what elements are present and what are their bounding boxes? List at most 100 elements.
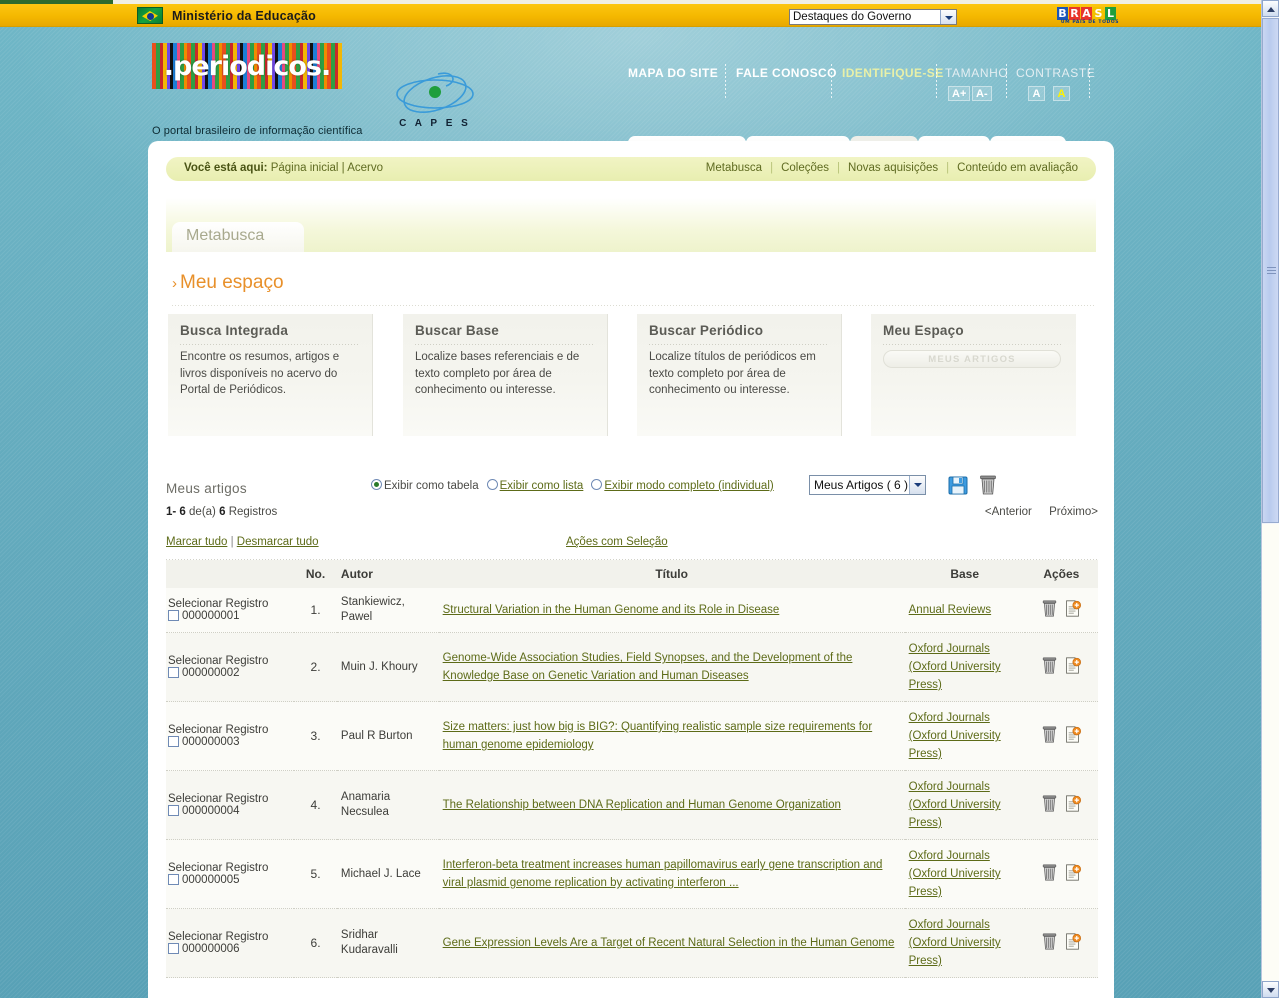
- record-select-cell[interactable]: Selecionar Registro 000000001: [166, 588, 295, 633]
- record-base-cell: Oxford Journals (Oxford University Press…: [904, 770, 1025, 840]
- prev-page-link[interactable]: <Anterior: [985, 506, 1032, 518]
- nav-divider: [725, 64, 726, 98]
- chevron-down-icon[interactable]: [940, 10, 956, 24]
- count-range: 1- 6: [166, 506, 186, 518]
- add-document-icon[interactable]: [1064, 656, 1082, 678]
- save-icon[interactable]: [947, 474, 969, 496]
- card-buscar-base[interactable]: Buscar Base Localize bases referenciais …: [403, 314, 608, 436]
- record-base-link[interactable]: Annual Reviews: [909, 604, 991, 616]
- content-panel: Você está aqui: Página inicial | Acervo …: [148, 141, 1114, 998]
- nav-fale-conosco[interactable]: FALE CONOSCO: [736, 66, 837, 80]
- trash-icon[interactable]: [1041, 863, 1058, 885]
- record-number: 4.: [294, 770, 337, 840]
- trash-icon[interactable]: [1041, 656, 1058, 678]
- scroll-up-icon[interactable]: [1262, 0, 1279, 17]
- record-title-link[interactable]: Structural Variation in the Human Genome…: [443, 604, 780, 616]
- government-highlights-select[interactable]: Destaques do Governo: [789, 9, 957, 25]
- add-document-icon[interactable]: [1064, 599, 1082, 621]
- font-increase-button[interactable]: A+: [948, 86, 971, 101]
- record-select-cell[interactable]: Selecionar Registro 000000005: [166, 839, 295, 909]
- card-meu-espaco[interactable]: Meu Espaço MEUS ARTIGOS: [871, 314, 1076, 436]
- next-page-link[interactable]: Próximo>: [1049, 506, 1098, 518]
- nav-mapa-do-site[interactable]: MAPA DO SITE: [628, 66, 718, 80]
- record-select-cell[interactable]: Selecionar Registro 000000003: [166, 701, 295, 771]
- breadcrumb-link-conteudo-em-avaliacao[interactable]: Conteúdo em avaliação: [949, 162, 1086, 174]
- section-tab-strip: [166, 198, 1096, 252]
- record-id: 000000003: [182, 736, 240, 748]
- nav-identifique-se[interactable]: IDENTIFIQUE-SE: [842, 66, 944, 80]
- record-base-link[interactable]: Oxford Journals (Oxford University Press…: [909, 712, 1001, 760]
- record-title-cell: Genome-Wide Association Studies, Field S…: [438, 632, 905, 702]
- th-select: [166, 560, 295, 588]
- font-decrease-button[interactable]: A-: [972, 86, 992, 101]
- breadcrumb-prefix: Você está aqui:: [184, 162, 268, 174]
- record-checkbox[interactable]: [168, 667, 179, 678]
- record-select-cell[interactable]: Selecionar Registro 000000004: [166, 770, 295, 840]
- meus-artigos-button[interactable]: MEUS ARTIGOS: [883, 350, 1061, 368]
- record-select-cell[interactable]: Selecionar Registro 000000002: [166, 632, 295, 702]
- record-count-top: 1- 6 de(a) 6 Registros <Anterior Próximo…: [166, 506, 1098, 518]
- capes-orbit-icon: [396, 72, 474, 113]
- record-title-link[interactable]: Size matters: just how big is BIG?: Quan…: [443, 721, 873, 751]
- trash-icon[interactable]: [1041, 794, 1058, 816]
- breadcrumb-link-colecoes[interactable]: Coleções: [773, 162, 837, 174]
- card-busca-integrada[interactable]: Busca Integrada Encontre os resumos, art…: [168, 314, 373, 436]
- mark-all-link[interactable]: Marcar tudo: [166, 536, 227, 548]
- trash-icon[interactable]: [978, 474, 998, 496]
- breadcrumb-link-metabusca[interactable]: Metabusca: [698, 162, 770, 174]
- periodicos-logo[interactable]: .periodicos.: [152, 43, 342, 89]
- count-middle: de(a): [189, 506, 216, 518]
- record-title-link[interactable]: The Relationship between DNA Replication…: [443, 799, 841, 811]
- trash-icon[interactable]: [1041, 932, 1058, 954]
- contrast-normal-button[interactable]: A: [1028, 86, 1045, 101]
- view-option-completo[interactable]: Exibir modo completo (individual): [591, 479, 774, 492]
- breadcrumb-link-novas-aquisicoes[interactable]: Novas aquisições: [840, 162, 946, 174]
- record-title-link[interactable]: Gene Expression Levels Are a Target of R…: [443, 937, 895, 949]
- contrast-high-button[interactable]: A: [1053, 86, 1070, 101]
- record-checkbox[interactable]: [168, 736, 179, 747]
- trash-icon[interactable]: [1041, 725, 1058, 747]
- add-document-icon[interactable]: [1064, 932, 1082, 954]
- record-title-link[interactable]: Genome-Wide Association Studies, Field S…: [443, 652, 853, 682]
- capes-logo[interactable]: C A P E S: [392, 68, 478, 129]
- view-option-lista[interactable]: Exibir como lista: [486, 479, 584, 492]
- radio-completo[interactable]: [591, 479, 603, 490]
- actions-with-selection-link[interactable]: Ações com Seleção: [566, 536, 668, 548]
- view-option-label[interactable]: Exibir modo completo (individual): [604, 480, 773, 492]
- record-checkbox[interactable]: [168, 610, 179, 621]
- radio-lista[interactable]: [486, 479, 498, 490]
- scrollbar-thumb[interactable]: [1262, 18, 1279, 523]
- section-tab-metabusca[interactable]: Metabusca: [172, 222, 304, 252]
- table-row: Selecionar Registro 000000002 2. Muin J. Kh…: [166, 632, 1098, 702]
- chevron-down-icon[interactable]: [909, 476, 925, 494]
- select-record-label: Selecionar Registro: [168, 862, 269, 874]
- unmark-all-link[interactable]: Desmarcar tudo: [237, 536, 319, 548]
- vertical-scrollbar[interactable]: [1261, 0, 1279, 998]
- record-actions: [1024, 770, 1098, 840]
- add-document-icon[interactable]: [1064, 725, 1082, 747]
- brasil-letter: A: [1081, 7, 1092, 20]
- folder-select[interactable]: Meus Artigos ( 6 ): [809, 475, 926, 495]
- record-title-link[interactable]: Interferon-beta treatment increases huma…: [443, 859, 883, 889]
- record-base-link[interactable]: Oxford Journals (Oxford University Press…: [909, 919, 1001, 967]
- record-base-link[interactable]: Oxford Journals (Oxford University Press…: [909, 850, 1001, 898]
- scroll-down-icon[interactable]: [1262, 981, 1279, 998]
- card-buscar-periodico[interactable]: Buscar Periódico Localize títulos de per…: [637, 314, 842, 436]
- view-option-label[interactable]: Exibir como lista: [500, 480, 584, 492]
- radio-tabela[interactable]: [371, 479, 382, 490]
- label-tamanho: TAMANHO: [945, 66, 1009, 80]
- record-base-link[interactable]: Oxford Journals (Oxford University Press…: [909, 781, 1001, 829]
- scrollbar-track[interactable]: [1262, 524, 1279, 981]
- record-checkbox[interactable]: [168, 805, 179, 816]
- trash-icon[interactable]: [1041, 599, 1058, 621]
- card-text: Localize bases referenciais e de texto c…: [415, 351, 580, 396]
- record-checkbox[interactable]: [168, 943, 179, 954]
- record-author: Michael J. Lace: [336, 839, 439, 909]
- record-checkbox[interactable]: [168, 874, 179, 885]
- view-option-tabela[interactable]: Exibir como tabela: [371, 479, 479, 492]
- record-select-cell[interactable]: Selecionar Registro 000000006: [166, 908, 295, 978]
- add-document-icon[interactable]: [1064, 794, 1082, 816]
- record-base-link[interactable]: Oxford Journals (Oxford University Press…: [909, 643, 1001, 691]
- add-document-icon[interactable]: [1064, 863, 1082, 885]
- record-author: Muin J. Khoury: [336, 632, 439, 702]
